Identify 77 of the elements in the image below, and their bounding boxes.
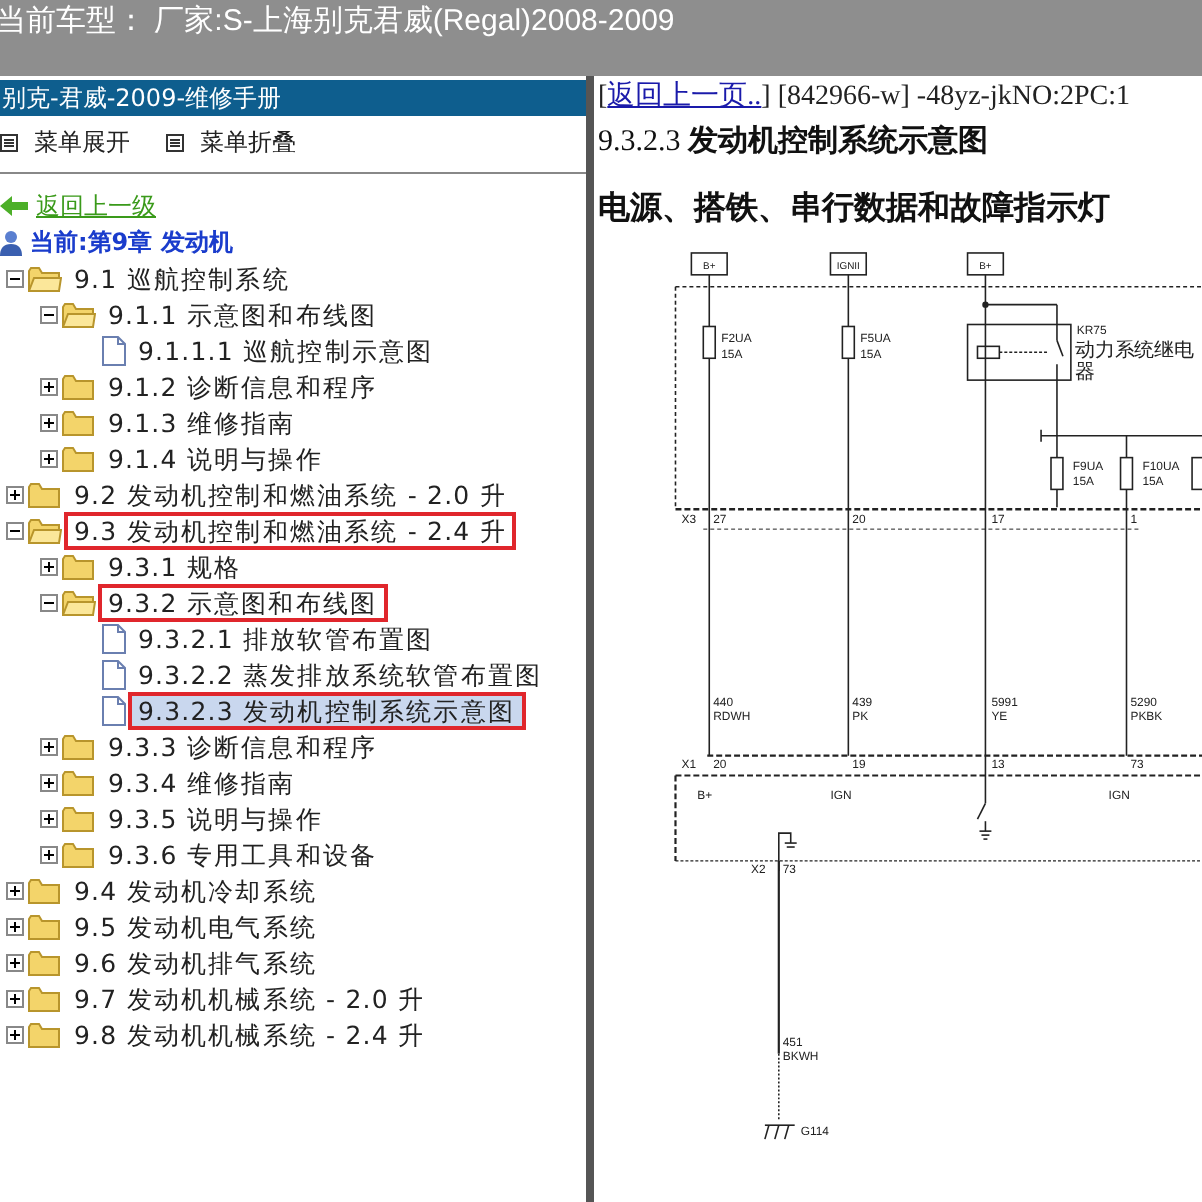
folder-icon [62, 841, 96, 867]
tree-item[interactable]: 9.1.1 示意图和布线图 [102, 299, 384, 329]
tree-item[interactable]: 9.3.6 专用工具和设备 [102, 839, 384, 869]
section-heading: 电源、搭铁、串行数据和故障指示灯 [598, 188, 1112, 230]
document-icon [102, 623, 126, 653]
folder-icon [28, 877, 62, 903]
folder-icon [62, 769, 96, 795]
tree-item[interactable]: 9.3.2 示意图和布线图 [102, 587, 384, 617]
tree-item[interactable]: 9.2 发动机控制和燃油系统 - 2.0 升 [68, 479, 513, 509]
tree-item[interactable]: 9.6 发动机排气系统 [68, 947, 323, 977]
tree-item[interactable]: 9.1.2 诊断信息和程序 [102, 371, 384, 401]
folder-icon [28, 265, 62, 291]
document-icon [102, 335, 126, 365]
expand-icon[interactable] [40, 809, 58, 827]
expand-icon[interactable] [6, 881, 24, 899]
tree-item[interactable]: 9.1.3 维修指南 [102, 407, 302, 437]
folder-icon [62, 445, 96, 471]
tree-item[interactable]: 9.3.2.1 排放软管布置图 [132, 623, 440, 653]
folder-icon [62, 805, 96, 831]
expand-icon[interactable] [6, 953, 24, 971]
tree-item[interactable]: 9.3.5 说明与操作 [102, 803, 329, 833]
expand-icon[interactable] [6, 917, 24, 935]
tree-item[interactable]: 9.8 发动机机械系统 - 2.4 升 [68, 1019, 432, 1049]
collapse-icon[interactable] [40, 593, 58, 611]
expand-icon[interactable] [40, 413, 58, 431]
folder-icon [62, 301, 96, 327]
tree-item[interactable]: 9.3.4 维修指南 [102, 767, 302, 797]
folder-icon [28, 1021, 62, 1047]
folder-icon [62, 553, 96, 579]
folder-icon [62, 409, 96, 435]
expand-icon[interactable] [40, 449, 58, 467]
folder-icon [28, 517, 62, 543]
folder-icon [62, 733, 96, 759]
bracket-text: [ [598, 82, 608, 112]
tree-item[interactable]: 9.7 发动机机械系统 - 2.0 升 [68, 983, 432, 1013]
page-title: 9.3.2.3 发动机控制系统示意图 [598, 122, 990, 160]
expand-icon[interactable] [6, 485, 24, 503]
tree-item[interactable]: 9.3 发动机控制和燃油系统 - 2.4 升 [68, 515, 513, 545]
folder-icon [28, 949, 62, 975]
collapse-icon[interactable] [6, 521, 24, 539]
tree-item[interactable]: 9.1.1.1 巡航控制示意图 [132, 335, 440, 365]
tree-item[interactable]: 9.4 发动机冷却系统 [68, 875, 323, 905]
back-link[interactable]: 返回上一级 [36, 189, 156, 223]
expand-icon[interactable] [40, 845, 58, 863]
expand-icon[interactable] [6, 1025, 24, 1043]
folder-icon [28, 985, 62, 1011]
document-icon [102, 695, 126, 725]
expand-icon[interactable] [6, 989, 24, 1007]
document-info: ] [842966-w] -48yz-jkNO:2PC:1 [761, 82, 1130, 112]
expand-icon[interactable] [40, 773, 58, 791]
tree-item[interactable]: 9.3.2.3 发动机控制系统示意图 [132, 695, 522, 725]
collapse-icon[interactable] [6, 269, 24, 287]
diagram-label: 动力系统继电器 [1074, 340, 1197, 385]
back-arrow-icon [0, 196, 28, 216]
folder-icon [28, 481, 62, 507]
tree-item[interactable]: 9.3.1 规格 [102, 551, 248, 581]
tree-item[interactable]: 9.3.3 诊断信息和程序 [102, 731, 384, 761]
expand-icon[interactable] [40, 377, 58, 395]
tree-item[interactable]: 9.3.2.2 蒸发排放系统软管布置图 [132, 659, 549, 689]
tree-item[interactable]: 9.1.4 说明与操作 [102, 443, 329, 473]
menu-toggle-button[interactable]: 菜单折叠 [166, 125, 296, 159]
menu-toggle-button[interactable]: 菜单展开 [0, 125, 130, 159]
tree-item[interactable]: 9.1 巡航控制系统 [68, 263, 296, 293]
document-icon [102, 659, 126, 689]
collapse-icon[interactable] [40, 305, 58, 323]
current-chapter: 当前:第9章 发动机 [30, 225, 233, 259]
list-icon [0, 133, 18, 151]
expand-icon[interactable] [40, 557, 58, 575]
list-icon [166, 133, 184, 151]
user-icon [0, 229, 22, 255]
folder-icon [62, 589, 96, 615]
folder-icon [62, 373, 96, 399]
back-page-link[interactable]: 返回上一页.. [607, 82, 762, 112]
expand-icon[interactable] [40, 737, 58, 755]
manual-title: 别克-君威-2009-维修手册 [0, 80, 586, 116]
folder-icon [28, 913, 62, 939]
tree-item[interactable]: 9.5 发动机电气系统 [68, 911, 323, 941]
